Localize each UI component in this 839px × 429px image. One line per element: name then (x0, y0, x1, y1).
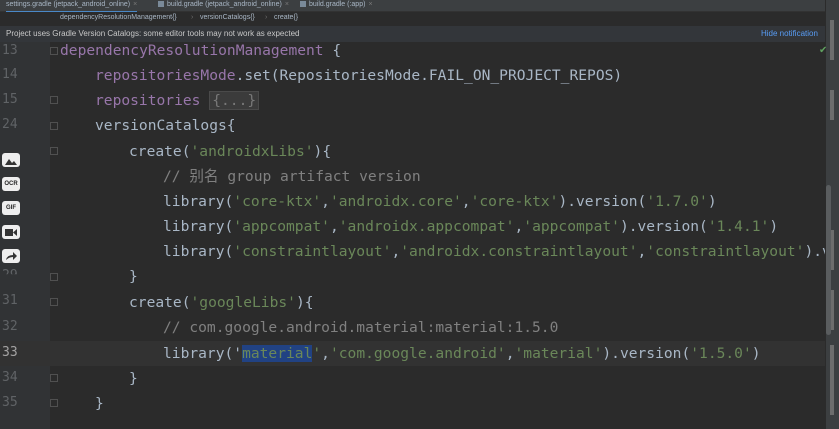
code-line-14: repositoriesMode.set(RepositoriesMode.FA… (95, 63, 622, 88)
tab-label: build.gradle (:app) (309, 1, 366, 8)
code-line-15: repositories {...} (95, 88, 260, 113)
selected-text[interactable]: material (242, 345, 313, 362)
share-icon[interactable] (2, 249, 20, 263)
code-token: repositoriesMode (95, 67, 236, 84)
code-line-28: library('appcompat','androidx.appcompat'… (163, 218, 779, 235)
code-token: 'androidx.appcompat' (338, 218, 515, 235)
collapsed-block[interactable]: {...} (209, 91, 260, 110)
code-token: repositories (95, 92, 201, 109)
ocr-button[interactable]: OCR (2, 177, 20, 191)
code-token: .set(RepositoriesMode.FAIL_ON_PROJECT_RE… (235, 67, 623, 84)
code-editor[interactable]: dependencyResolutionManagement { reposit… (0, 42, 825, 429)
code-token: '1.7.0' (646, 193, 708, 210)
code-token: 'core-ktx' (233, 193, 322, 210)
code-line-27: library('core-ktx','androidx.core','core… (163, 193, 717, 210)
code-comment: // com.google.android.material:material:… (163, 319, 559, 336)
code-line-26: // 别名 group artifact version (163, 164, 421, 189)
code-line-33: library('material','com.google.android',… (163, 345, 761, 362)
code-token: 'constraintlayout' (233, 243, 392, 260)
code-line-31: create('googleLibs'){ (129, 294, 314, 311)
breadcrumb: dependencyResolutionManagement{} › versi… (0, 12, 825, 25)
tool-window-tab[interactable] (830, 345, 834, 415)
breadcrumb-item[interactable]: versionCatalogs{} (200, 14, 255, 21)
code-token: 'appcompat' (523, 218, 620, 235)
breadcrumb-separator: › (191, 14, 194, 21)
code-token: 'androidxLibs' (190, 143, 314, 160)
breadcrumb-item[interactable]: create{} (274, 14, 298, 21)
close-icon[interactable]: × (133, 1, 137, 8)
code-line-13: dependencyResolutionManagement { (60, 42, 342, 59)
vertical-scrollbar[interactable] (826, 185, 831, 335)
code-token: 'material' (514, 345, 603, 362)
tool-window-tab[interactable] (830, 20, 834, 60)
banner-message: Project uses Gradle Version Catalogs: so… (6, 29, 300, 38)
code-token: '1.4.1' (707, 218, 770, 235)
code-token: 'androidx.core' (329, 193, 462, 210)
code-token: 'constraintlayout' (646, 243, 805, 260)
close-icon[interactable]: × (368, 1, 372, 8)
code-line-29: library('constraintlayout','androidx.con… (163, 239, 825, 264)
code-line-32: // com.google.android.material:material:… (163, 315, 558, 340)
code-token: 'androidx.constraintlayout' (400, 243, 638, 260)
breadcrumb-item[interactable]: dependencyResolutionManagement{} (60, 14, 177, 21)
tab-build-gradle-app[interactable]: build.gradle (:app) × (300, 0, 373, 11)
code-token: 'appcompat' (233, 218, 330, 235)
code-line-25: create('androidxLibs'){ (129, 143, 332, 160)
notification-banner: Project uses Gradle Version Catalogs: so… (0, 26, 825, 42)
gradle-icon (300, 1, 306, 8)
code-token: ).ver (804, 243, 825, 260)
tab-label: settings.gradle (jetpack_android_online) (6, 1, 131, 8)
code-line-24: versionCatalogs{ (95, 113, 236, 138)
hide-notification-link[interactable]: Hide notification (761, 29, 818, 38)
code-token: '1.5.0' (690, 345, 752, 362)
tab-label: build.gradle (jetpack_android_online) (167, 1, 282, 8)
editor-tab-bar: settings.gradle (jetpack_android_online)… (0, 0, 825, 13)
close-icon[interactable]: × (285, 1, 289, 8)
code-token: 'core-ktx' (470, 193, 559, 210)
image-icon[interactable] (2, 153, 20, 167)
tab-build-gradle-project[interactable]: build.gradle (jetpack_android_online) × (158, 0, 289, 11)
breadcrumb-separator: › (265, 14, 268, 21)
code-token: versionCatalogs{ (95, 117, 236, 134)
video-icon[interactable] (2, 225, 20, 239)
code-line-34: } (129, 370, 138, 387)
capture-toolbar: OCR GIF (2, 153, 22, 273)
code-token: 'com.google.android' (329, 345, 506, 362)
gif-button[interactable]: GIF (2, 201, 20, 215)
code-line-30: } (129, 268, 138, 285)
code-line-35: } (95, 395, 104, 412)
tool-window-tab[interactable] (830, 90, 834, 120)
code-token: 'googleLibs' (190, 294, 296, 311)
gradle-icon (158, 1, 164, 8)
code-comment: // 别名 group artifact version (163, 168, 421, 185)
code-token: dependencyResolutionManagement (60, 42, 324, 59)
